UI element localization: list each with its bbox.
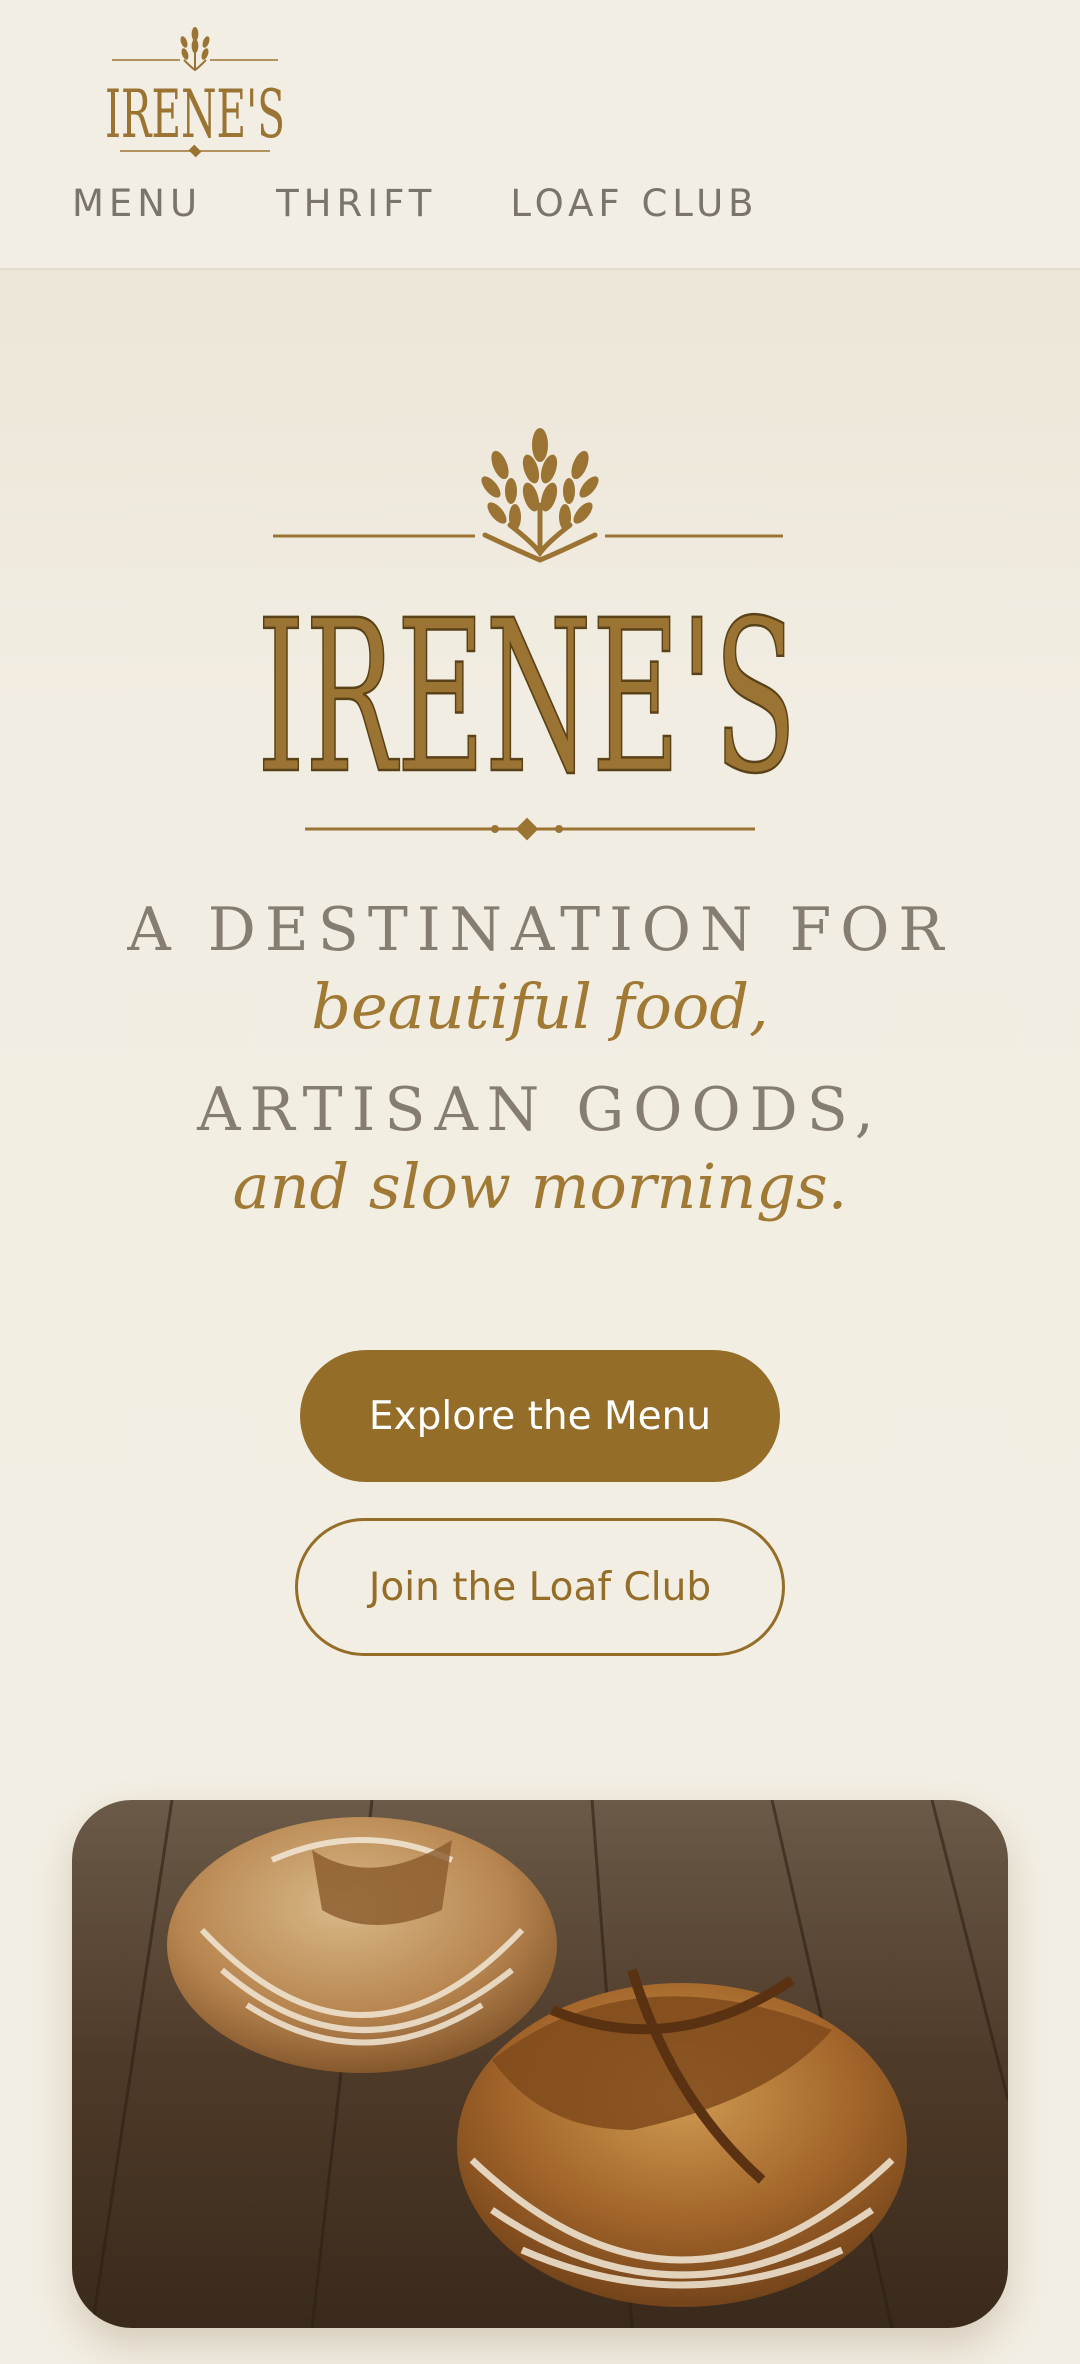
tagline-line-3: ARTISAN GOODS, bbox=[197, 1075, 883, 1145]
explore-menu-button[interactable]: Explore the Menu bbox=[300, 1350, 780, 1482]
nav-thrift[interactable]: THRIFT bbox=[276, 182, 436, 225]
tagline-line-1: A DESTINATION FOR bbox=[127, 895, 953, 965]
nav-menu[interactable]: MENU bbox=[72, 182, 202, 225]
bread-photo bbox=[72, 1800, 1008, 2328]
irenes-logo-small[interactable]: IRENE'S bbox=[100, 20, 290, 160]
tagline-line-4: and slow mornings. bbox=[232, 1150, 848, 1223]
svg-text:IRENE'S: IRENE'S bbox=[257, 575, 797, 820]
sourdough-image bbox=[72, 1800, 1008, 2328]
main-nav: MENU THRIFT LOAF CLUB bbox=[72, 182, 833, 225]
nav-loaf-club[interactable]: LOAF CLUB bbox=[510, 182, 758, 225]
hero-section: IRENE'S A DESTINATION FOR beautiful food… bbox=[0, 270, 1080, 1750]
irenes-logo-large: IRENE'S bbox=[256, 428, 798, 841]
svg-text:IRENE'S: IRENE'S bbox=[105, 76, 285, 153]
join-loaf-club-button[interactable]: Join the Loaf Club bbox=[295, 1518, 785, 1656]
tagline-line-2: beautiful food, bbox=[311, 970, 769, 1043]
site-header: IRENE'S MENU THRIFT LOAF CLUB bbox=[0, 0, 1080, 270]
